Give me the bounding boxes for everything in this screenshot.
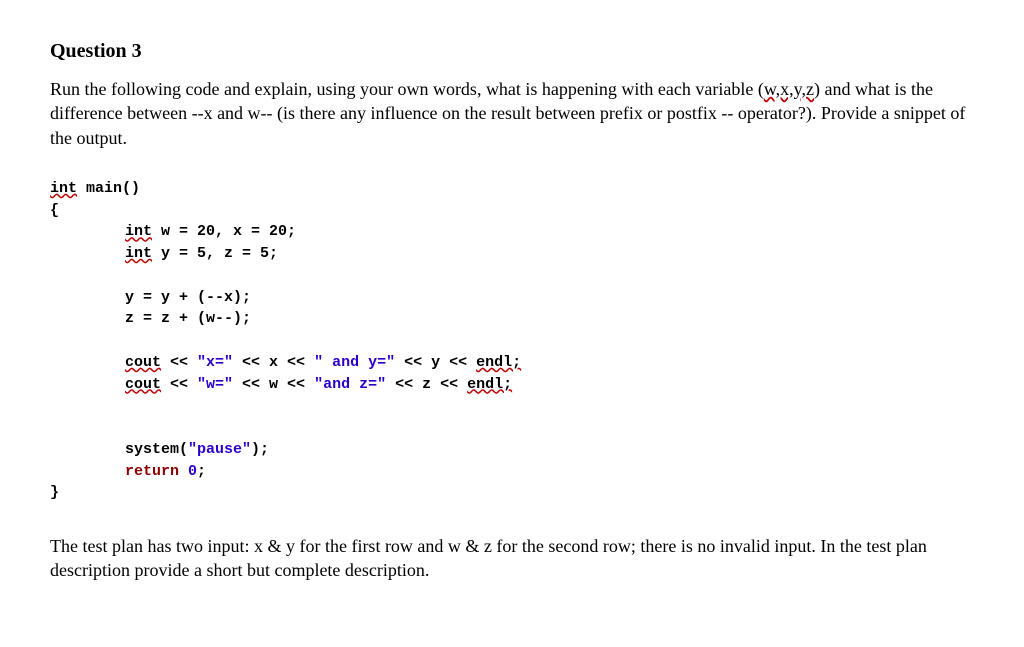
question-instructions: Run the following code and explain, usin…	[50, 77, 974, 150]
code-line-7: cout << "x=" << x << " and y=" << y << e…	[50, 352, 974, 374]
code-line-6: z = z + (w--);	[50, 308, 974, 330]
test-plan-text: The test plan has two input: x & y for t…	[50, 534, 974, 583]
code-line-2: {	[50, 200, 974, 222]
blank-line	[50, 417, 974, 439]
code-line-5: y = y + (--x);	[50, 287, 974, 309]
code-text: );	[251, 441, 269, 458]
code-line-1: int main()	[50, 178, 974, 200]
code-text	[179, 463, 188, 480]
question-title: Question 3	[50, 40, 974, 63]
keyword-int: int	[50, 180, 77, 197]
code-line-11: }	[50, 482, 974, 504]
blank-line	[50, 265, 974, 287]
string-literal: " and y="	[314, 354, 395, 371]
number-zero: 0	[188, 463, 197, 480]
string-literal: "pause"	[188, 441, 251, 458]
string-literal: "and z="	[314, 376, 386, 393]
keyword-int: int	[125, 223, 152, 240]
string-literal: "x="	[197, 354, 233, 371]
code-text: << x <<	[233, 354, 314, 371]
code-line-3: int w = 20, x = 20;	[50, 221, 974, 243]
code-text: << y <<	[395, 354, 476, 371]
code-text: ;	[197, 463, 206, 480]
code-line-4: int y = 5, z = 5;	[50, 243, 974, 265]
keyword-endl: endl;	[467, 376, 512, 393]
code-text: <<	[161, 376, 197, 393]
code-line-9: system("pause");	[50, 439, 974, 461]
code-text: << z <<	[386, 376, 467, 393]
code-line-10: return 0;	[50, 461, 974, 483]
keyword-return: return	[125, 463, 179, 480]
code-text: system(	[125, 441, 188, 458]
keyword-cout: cout	[125, 354, 161, 371]
keyword-cout: cout	[125, 376, 161, 393]
code-text: main()	[77, 180, 140, 197]
keyword-endl: endl;	[476, 354, 521, 371]
string-literal: "w="	[197, 376, 233, 393]
instructions-variables: w,x,y,z	[764, 79, 814, 99]
code-text: << w <<	[233, 376, 314, 393]
code-line-8: cout << "w=" << w << "and z=" << z << en…	[50, 374, 974, 396]
blank-line	[50, 395, 974, 417]
instructions-pre: Run the following code and explain, usin…	[50, 79, 764, 99]
code-text: y = 5, z = 5;	[152, 245, 278, 262]
keyword-int: int	[125, 245, 152, 262]
code-text: w = 20, x = 20;	[152, 223, 296, 240]
code-text: <<	[161, 354, 197, 371]
code-block: int main() { int w = 20, x = 20; int y =…	[50, 178, 974, 504]
blank-line	[50, 330, 974, 352]
